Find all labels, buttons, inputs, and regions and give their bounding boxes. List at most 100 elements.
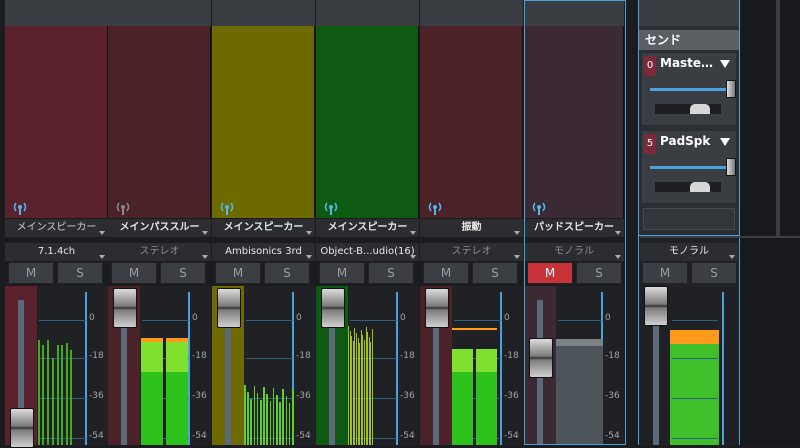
master-meter-scale <box>722 292 724 445</box>
output-select[interactable]: メインスピーカー <box>5 219 108 237</box>
channel-color-panel[interactable] <box>5 26 108 218</box>
solo-button[interactable]: S <box>368 262 414 284</box>
volume-fader[interactable] <box>217 288 241 328</box>
format-label: ステレオ <box>139 246 180 257</box>
dropdown-arrow-icon <box>306 255 312 259</box>
channel-top-strip <box>420 0 523 26</box>
dropdown-arrow-icon[interactable] <box>720 60 730 68</box>
db-gridline <box>454 320 501 321</box>
pan-control[interactable] <box>655 104 721 114</box>
dropdown-arrow-icon <box>514 231 520 235</box>
channel-color-panel[interactable] <box>108 26 211 218</box>
antenna-icon[interactable] <box>114 200 132 215</box>
dropdown-arrow-icon <box>99 255 105 259</box>
master-format-select[interactable]: モノラル <box>640 243 738 261</box>
level-meter-bar <box>256 393 259 445</box>
db-label: -18 <box>296 351 311 361</box>
level-meter-bar <box>266 394 268 445</box>
level-meter-bar <box>253 386 256 445</box>
mute-button[interactable]: M <box>215 262 261 284</box>
volume-fader[interactable] <box>425 288 449 328</box>
level-meter-bar <box>288 403 291 445</box>
master-volume-fader[interactable] <box>644 286 668 326</box>
level-meter-bar <box>52 358 54 445</box>
scrollbar[interactable] <box>776 0 780 236</box>
level-meter-bar <box>272 388 275 445</box>
solo-button[interactable]: S <box>264 262 310 284</box>
db-label: -36 <box>504 391 519 401</box>
level-meter-bar <box>61 345 63 445</box>
level-meter-bar <box>57 345 59 445</box>
level-meter-bar <box>292 390 294 445</box>
mute-button[interactable]: M <box>423 262 469 284</box>
output-select[interactable]: メインスピーカー <box>316 219 419 237</box>
format-select[interactable]: 7.1.4ch <box>5 243 108 261</box>
channel-top-strip <box>316 0 419 26</box>
channel-top-strip <box>5 0 108 26</box>
channel-top-strip <box>212 0 315 26</box>
pan-control[interactable] <box>655 182 721 192</box>
send-empty-slot[interactable] <box>643 208 735 230</box>
format-select[interactable]: Object-B...udio(16) <box>316 243 419 261</box>
master-mute-button[interactable]: M <box>642 262 688 284</box>
db-label: -18 <box>192 351 207 361</box>
mute-button[interactable]: M <box>111 262 157 284</box>
level-meter-bar <box>372 329 373 445</box>
output-label: メインスピーカー <box>16 222 97 233</box>
level-meter-bar <box>42 345 44 445</box>
send-level-slider[interactable] <box>650 166 728 169</box>
pan-knob[interactable] <box>690 104 710 114</box>
db-label: -54 <box>89 431 104 441</box>
level-meter-bar <box>250 399 252 445</box>
level-meter-bar <box>276 395 278 445</box>
level-meter-bar <box>247 392 249 445</box>
db-label: -18 <box>504 351 519 361</box>
volume-fader[interactable] <box>10 408 34 448</box>
meter-scale <box>396 292 398 445</box>
mute-button[interactable]: M <box>8 262 54 284</box>
format-select[interactable]: ステレオ <box>420 243 523 261</box>
format-select[interactable]: ステレオ <box>108 243 211 261</box>
send-target-label[interactable]: PadSpk <box>660 134 710 148</box>
channel-color-panel[interactable] <box>420 26 523 218</box>
db-label: -54 <box>504 431 519 441</box>
output-select[interactable]: メインパススルー <box>108 219 211 237</box>
db-label: -36 <box>192 391 207 401</box>
antenna-icon[interactable] <box>426 200 444 215</box>
dropdown-arrow-icon <box>202 255 208 259</box>
level-meter-bar <box>670 344 719 445</box>
output-select[interactable]: 振動 <box>420 219 523 237</box>
solo-button[interactable]: S <box>57 262 103 284</box>
channel-color-panel[interactable] <box>212 26 315 218</box>
volume-fader[interactable] <box>321 288 345 328</box>
db-gridline <box>246 320 293 321</box>
peak-indicator <box>452 328 497 330</box>
solo-button[interactable]: S <box>160 262 206 284</box>
send-target-label[interactable]: Maste… <box>660 56 713 70</box>
solo-button[interactable]: S <box>472 262 518 284</box>
antenna-icon[interactable] <box>218 200 236 215</box>
send-level-slider[interactable] <box>650 88 728 91</box>
output-select[interactable]: メインスピーカー <box>212 219 315 237</box>
master-solo-button[interactable]: S <box>691 262 737 284</box>
send-level-knob[interactable] <box>726 158 736 176</box>
mute-button[interactable]: M <box>319 262 365 284</box>
level-meter-bar <box>452 372 473 445</box>
format-select[interactable]: Ambisonics 3rd <box>212 243 315 261</box>
dropdown-arrow-icon <box>729 255 735 259</box>
send-index-badge: 0 <box>644 56 656 76</box>
volume-fader[interactable] <box>113 288 137 328</box>
dropdown-arrow-icon[interactable] <box>720 138 730 146</box>
output-label: メインパススルー <box>119 222 200 233</box>
master-format-label: モノラル <box>669 246 709 257</box>
db-label: -54 <box>400 431 415 441</box>
antenna-icon[interactable] <box>11 200 29 215</box>
antenna-icon[interactable] <box>322 200 340 215</box>
channel-color-panel[interactable] <box>316 26 419 218</box>
db-gridline <box>672 320 718 321</box>
pan-knob[interactable] <box>690 182 710 192</box>
send-header: センド <box>639 30 739 50</box>
level-meter-bar <box>260 400 262 445</box>
send-level-knob[interactable] <box>726 80 736 98</box>
db-gridline <box>672 398 718 399</box>
